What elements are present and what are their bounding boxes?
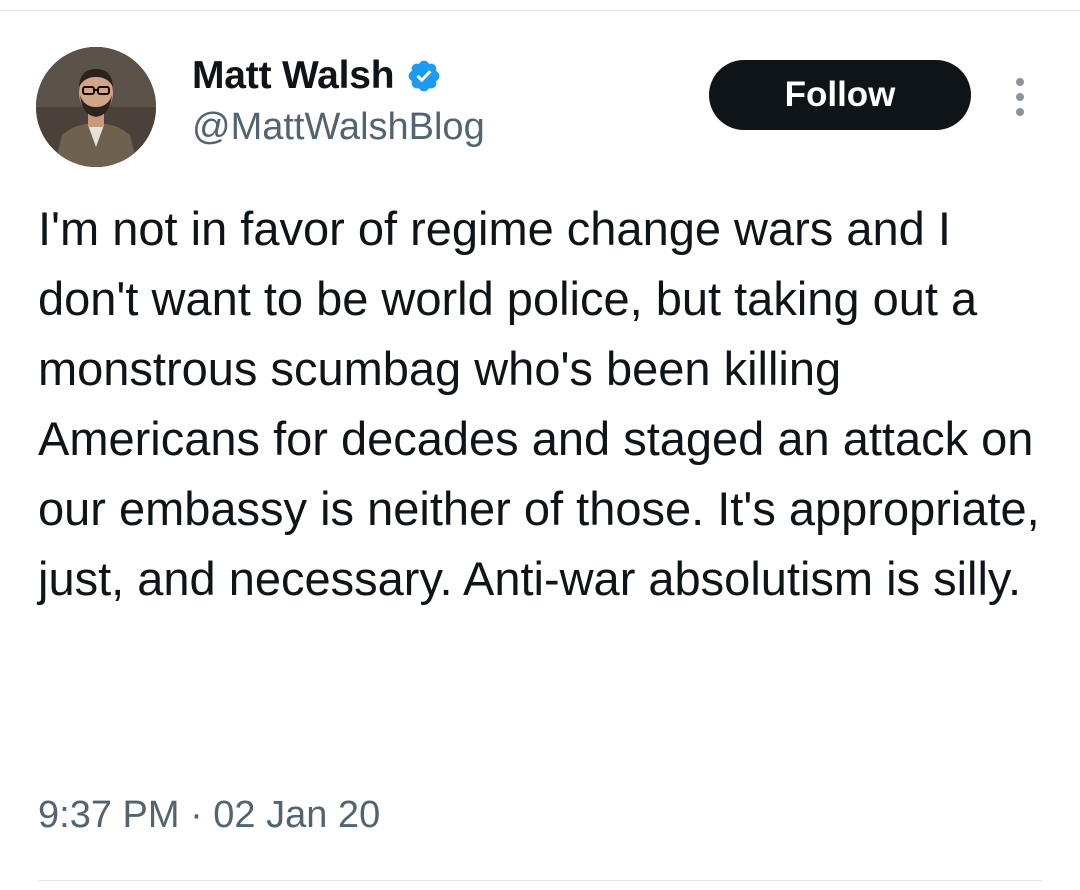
tweet-timestamp[interactable]: 9:37 PM · 02 Jan 20 bbox=[38, 794, 380, 837]
bottom-divider bbox=[38, 880, 1042, 881]
avatar[interactable] bbox=[36, 47, 156, 167]
tweet-text: I'm not in favor of regime change wars a… bbox=[38, 202, 1053, 605]
follow-button[interactable]: Follow bbox=[709, 60, 971, 130]
avatar-photo bbox=[36, 47, 156, 167]
author-name-row: Matt Walsh bbox=[192, 50, 442, 102]
verified-badge-icon[interactable] bbox=[406, 58, 442, 94]
author-handle[interactable]: @MattWalshBlog bbox=[192, 106, 485, 149]
top-divider bbox=[0, 10, 1080, 11]
more-vertical-icon[interactable] bbox=[1006, 74, 1034, 120]
author-display-name[interactable]: Matt Walsh bbox=[192, 54, 395, 98]
